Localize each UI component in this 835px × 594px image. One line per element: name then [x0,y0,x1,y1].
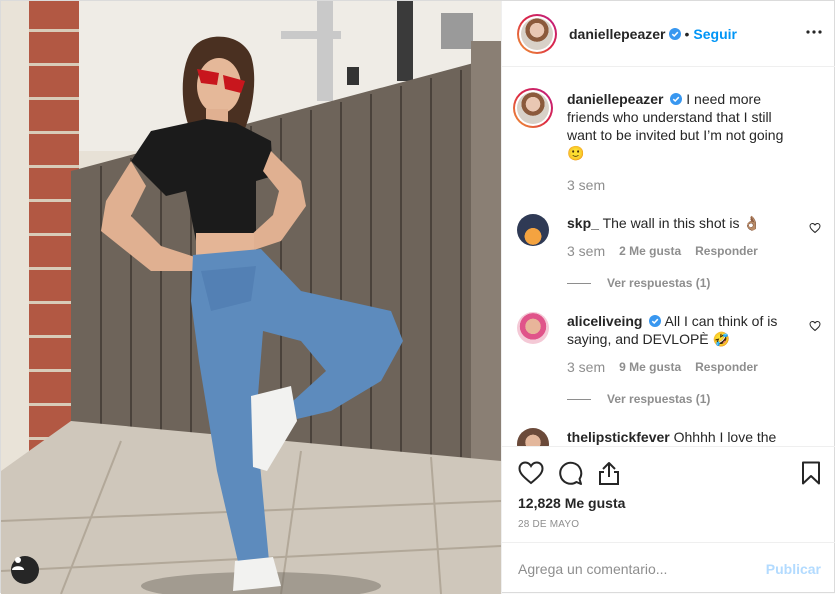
reply-button[interactable]: Responder [695,358,758,376]
view-replies-button[interactable]: Ver respuestas (1) [567,274,803,292]
comment-text: Ohhhh I love the [673,429,777,445]
comment-username[interactable]: skp_ [567,215,599,231]
post-photo[interactable] [1,1,501,594]
publish-button[interactable]: Publicar [766,561,821,577]
view-replies-button[interactable]: Ver respuestas (1) [567,390,803,408]
view-replies-label: Ver respuestas (1) [607,392,711,406]
comment-input[interactable] [518,560,766,577]
post-actions: 12,828 Me gusta 28 DE MAYO [502,446,835,530]
user-tag-icon [12,557,24,570]
user-tag-button[interactable] [11,556,39,584]
author-avatar[interactable] [517,13,557,54]
comment-avatar[interactable] [517,428,549,446]
share-button[interactable] [597,461,621,486]
comments-list[interactable]: daniellepeazer I need more friends who u… [502,68,835,446]
heart-icon [518,461,544,485]
verified-badge-icon [649,315,662,327]
more-options-icon[interactable] [805,23,823,41]
separator-dot: • [684,25,690,42]
caption-username[interactable]: daniellepeazer [567,91,664,107]
verified-badge-icon [670,93,683,105]
comment-avatar[interactable] [517,312,549,344]
post-date[interactable]: 28 DE MAYO [518,519,821,530]
comment-item: aliceliveing All I can think of is sayin… [517,312,821,408]
add-comment-bar: Publicar [502,542,835,594]
comment-text: The wall in this shot is 👌🏽 [602,215,761,231]
comment-time: 3 sem [567,359,606,375]
bookmark-icon [802,461,820,485]
comment-icon [559,461,583,485]
replies-divider [567,282,591,284]
view-replies-label: Ver respuestas (1) [607,276,711,290]
comment-avatar[interactable] [517,214,549,246]
verified-badge-icon [668,27,681,40]
comment-item: thelipstickfever Ohhhh I love the [517,428,821,446]
save-button[interactable] [801,461,821,485]
comment-username[interactable]: aliceliveing [567,313,642,329]
action-icons [518,459,821,487]
like-button[interactable] [518,461,544,485]
photo-illustration [1,1,501,594]
post-side-panel: daniellepeazer • Seguir daniellepeazer I… [501,1,835,594]
author-username[interactable]: daniellepeazer [569,26,666,42]
comment-item: skp_ The wall in this shot is 👌🏽 3 sem 2… [517,214,821,292]
author-info: daniellepeazer • Seguir [569,26,737,42]
post-header: daniellepeazer • Seguir [502,1,835,67]
replies-divider [567,398,591,400]
caption-time: 3 sem [567,177,606,193]
instagram-post: daniellepeazer • Seguir daniellepeazer I… [0,0,835,594]
post-caption: daniellepeazer I need more friends who u… [513,88,821,194]
share-icon [599,461,619,485]
comment-button[interactable] [558,461,583,486]
comment-like-icon[interactable] [809,320,821,332]
caption-avatar[interactable] [513,88,553,128]
comment-like-icon[interactable] [809,222,821,234]
comment-likes[interactable]: 2 Me gusta [619,242,681,260]
comment-time: 3 sem [567,243,606,259]
likes-count[interactable]: 12,828 Me gusta [518,495,821,511]
comment-username[interactable]: thelipstickfever [567,429,670,445]
reply-button[interactable]: Responder [695,242,758,260]
follow-button[interactable]: Seguir [693,26,737,42]
comment-likes[interactable]: 9 Me gusta [619,358,681,376]
